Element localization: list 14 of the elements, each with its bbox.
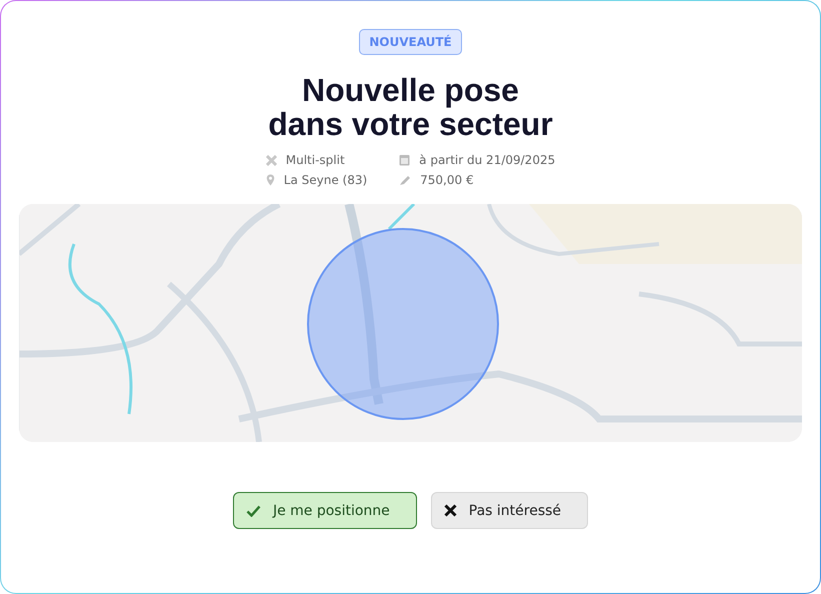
decline-button[interactable]: Pas intéressé [430,492,588,529]
accept-button[interactable]: Je me positionne [232,492,417,529]
detail-text: à partir du 21/09/2025 [419,153,556,167]
detail-text: Multi-split [286,153,345,167]
pin-icon [266,174,275,186]
cross-icon [266,154,277,166]
check-icon [246,504,261,516]
calendar-icon [399,154,410,166]
card-title: Nouvelle pose dans votre secteur [268,73,553,141]
detail-text: 750,00 € [420,173,474,187]
new-badge: NOUVEAUTÉ [359,29,462,55]
pen-icon [399,174,412,186]
close-icon [444,504,457,517]
detail-text: La Seyne (83) [284,173,368,187]
